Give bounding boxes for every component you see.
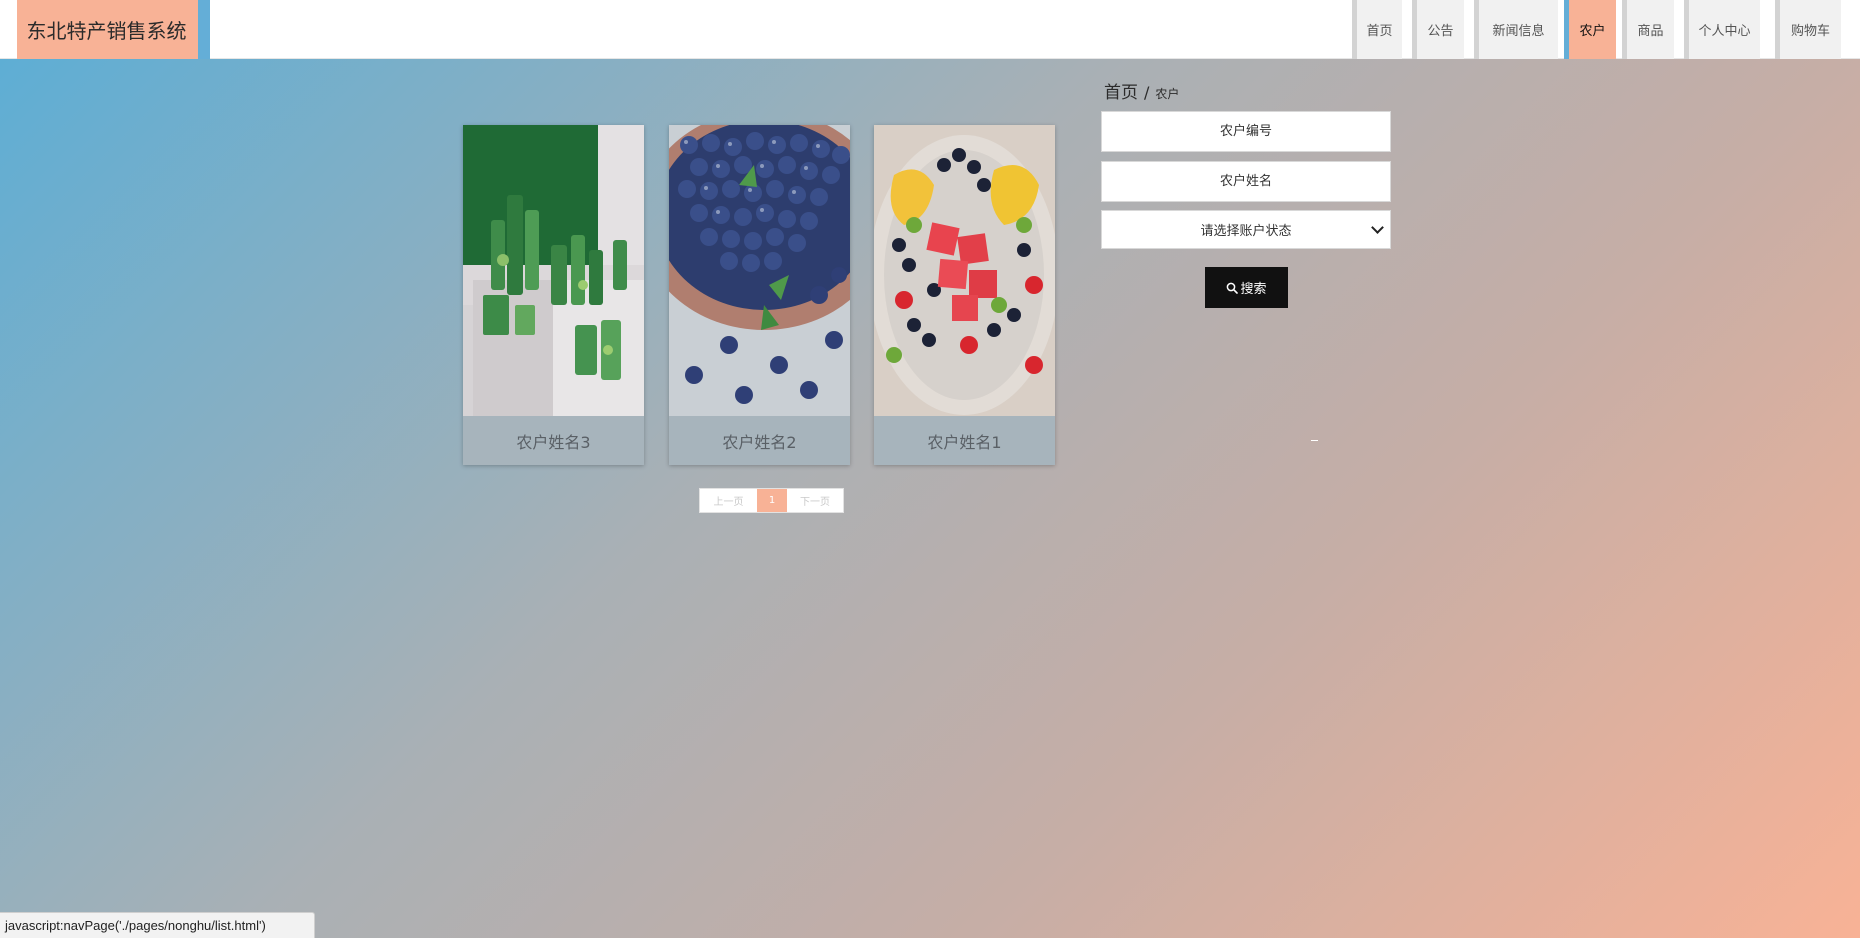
breadcrumb-current: 农户 <box>1155 87 1180 101</box>
pagination-next[interactable]: 下一页 <box>787 489 843 512</box>
account-status-select-value: 请选择账户状态 <box>1200 224 1292 239</box>
account-status-select[interactable]: 请选择账户状态 <box>1101 210 1391 249</box>
nav-notice-label: 公告 <box>1427 24 1454 39</box>
pagination: 上一页 1 下一页 <box>699 488 844 513</box>
nav-home-label: 首页 <box>1366 24 1393 39</box>
breadcrumb-home[interactable]: 首页 <box>1104 78 1138 103</box>
farmer-card-name: 农户姓名2 <box>722 432 797 452</box>
search-button[interactable]: 搜索 <box>1205 267 1288 308</box>
nav-farmer[interactable]: 农户 <box>1564 0 1616 59</box>
nav-home[interactable]: 首页 <box>1352 0 1402 59</box>
breadcrumb-separator: / <box>1144 83 1150 102</box>
farmer-card-name: 农户姓名1 <box>927 432 1002 452</box>
nav-profile-label: 个人中心 <box>1698 24 1751 39</box>
nav-news[interactable]: 新闻信息 <box>1474 0 1558 59</box>
top-navbar: 东北特产销售系统 首页 公告 新闻信息 农户 商品 个人中心 购物车 <box>0 0 1860 59</box>
farmer-card[interactable]: 农户姓名2 <box>669 125 850 465</box>
nav-farmer-label: 农户 <box>1579 24 1606 39</box>
site-title: 东北特产销售系统 <box>26 19 187 43</box>
farmer-card[interactable]: 农户姓名1 <box>874 125 1055 465</box>
chevron-down-icon <box>1371 221 1384 234</box>
search-button-label: 搜索 <box>1240 281 1267 296</box>
stray-mark <box>1311 440 1318 441</box>
nav-notice[interactable]: 公告 <box>1412 0 1464 59</box>
farmer-card-image[interactable] <box>463 125 644 416</box>
nav-news-label: 新闻信息 <box>1492 24 1545 39</box>
site-logo[interactable]: 东北特产销售系统 <box>17 0 210 59</box>
browser-status-bar: javascript:navPage('./pages/nonghu/list.… <box>0 912 315 938</box>
status-url: javascript:navPage('./pages/nonghu/list.… <box>5 918 266 933</box>
farmer-card[interactable]: 农户姓名3 <box>463 125 644 465</box>
farmer-card-name: 农户姓名3 <box>516 432 591 452</box>
nav-cart-label: 购物车 <box>1790 24 1830 39</box>
nav-goods[interactable]: 商品 <box>1622 0 1674 59</box>
breadcrumb: 首页 / 农户 <box>1104 78 1179 103</box>
nav-profile[interactable]: 个人中心 <box>1684 0 1760 59</box>
nav-cart[interactable]: 购物车 <box>1775 0 1841 59</box>
pagination-prev[interactable]: 上一页 <box>700 489 757 512</box>
search-icon <box>1227 282 1239 294</box>
farmer-card-image[interactable] <box>874 125 1055 416</box>
pagination-page-1[interactable]: 1 <box>757 489 787 512</box>
farmer-id-input[interactable] <box>1101 111 1391 152</box>
nav-goods-label: 商品 <box>1637 24 1664 39</box>
farmer-name-input[interactable] <box>1101 161 1391 202</box>
farmer-card-image[interactable] <box>669 125 850 416</box>
